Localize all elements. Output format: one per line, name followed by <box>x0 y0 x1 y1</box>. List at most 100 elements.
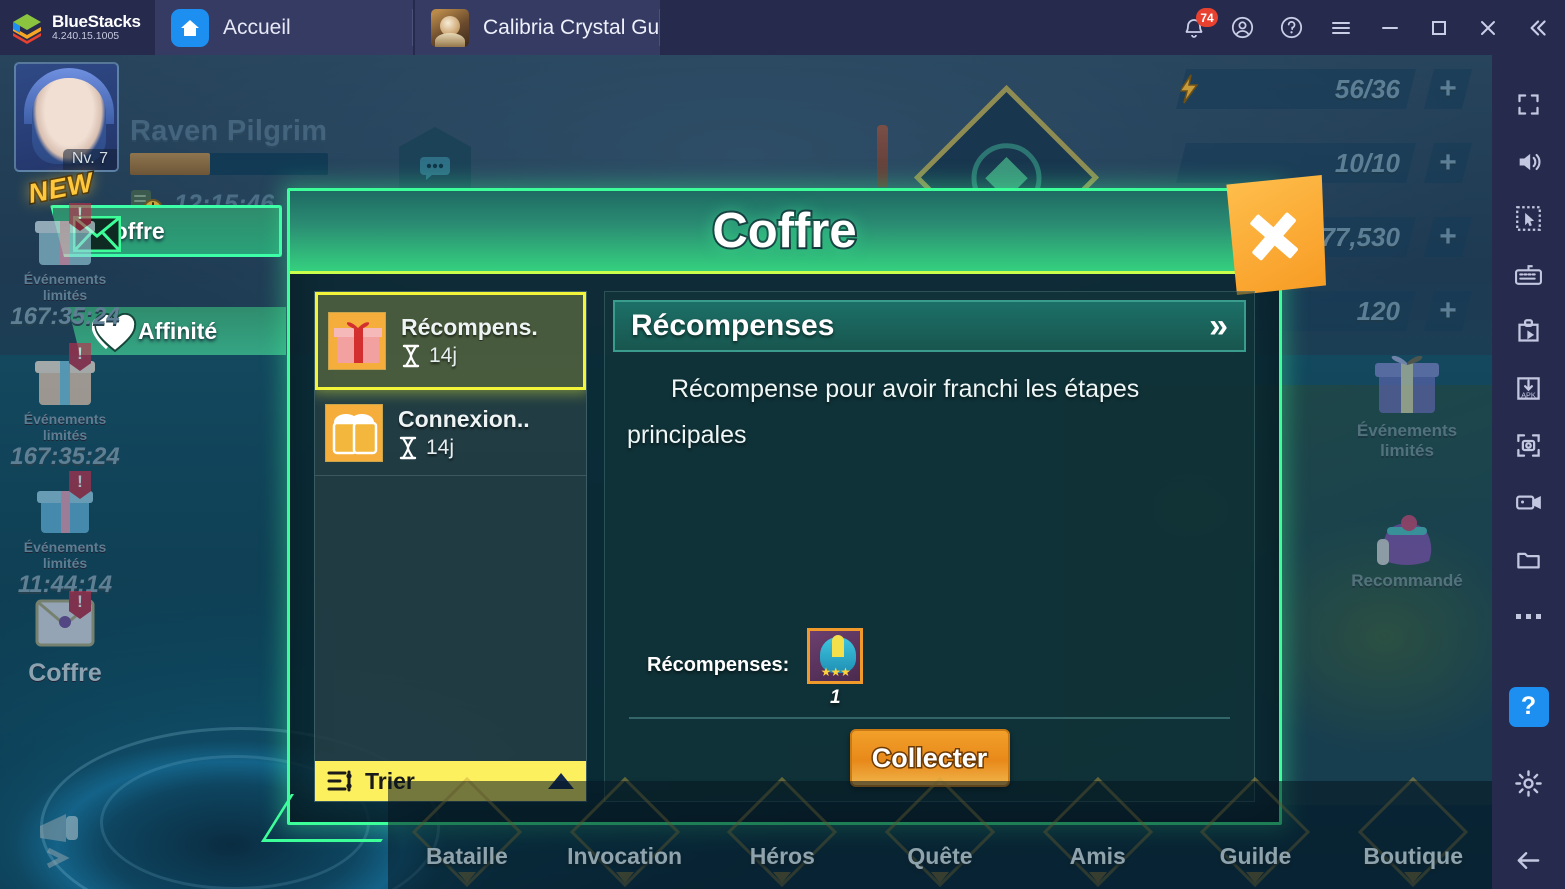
notifications-button[interactable]: 74 <box>1169 0 1218 55</box>
nav-item-amis-label: Amis <box>1069 843 1126 869</box>
resource-crystal-plus[interactable]: + <box>1424 291 1472 331</box>
event-icon: ! <box>29 343 101 413</box>
dialog-title: Coffre <box>710 202 858 260</box>
more-icon[interactable] <box>1498 588 1560 644</box>
event-shortcut-0[interactable]: ! Événements limités 167:35:24 <box>0 203 130 331</box>
pouch-icon <box>1365 495 1449 571</box>
collapse-sidebar-button[interactable] <box>1512 0 1561 55</box>
tab-calibria[interactable]: Calibria Crystal Guar <box>415 0 660 55</box>
install-apk-icon[interactable]: APK <box>1498 361 1560 417</box>
screenshot-icon[interactable] <box>1498 418 1560 474</box>
side-shortcut-recommended[interactable]: Recommandé <box>1332 495 1482 591</box>
megaphone-icon[interactable] <box>28 800 102 874</box>
detail-divider <box>629 717 1230 719</box>
energy-icon <box>1176 74 1220 104</box>
list-item[interactable]: Récompens. 14j <box>315 292 586 390</box>
close-button[interactable] <box>1463 0 1512 55</box>
titlebar-controls: 74 <box>1169 0 1565 55</box>
fullscreen-icon[interactable] <box>1498 77 1560 133</box>
list-item-expiry: 14j <box>398 436 576 460</box>
mail-detail-panel: Récompenses » Récompense pour avoir fran… <box>604 291 1255 802</box>
help-icon[interactable]: ? <box>1498 679 1560 735</box>
gear-icon[interactable] <box>1498 755 1560 811</box>
event-shortcut-1[interactable]: ! Événements limités 167:35:24 <box>0 343 130 471</box>
menu-button[interactable] <box>1316 0 1365 55</box>
macro-play-icon[interactable] <box>1498 304 1560 360</box>
resource-energy[interactable]: 56/36 <box>1176 69 1416 109</box>
mail-shortcut[interactable]: ! Coffre <box>0 591 130 688</box>
minimize-button[interactable] <box>1365 0 1414 55</box>
game-viewport[interactable]: Nv. 7 Raven Pilgrim 12:15:46 Coffre NEW … <box>0 55 1492 889</box>
side-shortcut-events-label: Événements limités <box>1356 421 1458 460</box>
collect-button-wrap: Collecter <box>605 729 1254 787</box>
event-shortcut-2[interactable]: ! Événements limités 11:44:14 <box>0 471 130 599</box>
mail-icon: ! <box>29 591 101 661</box>
background-tower <box>877 125 888 187</box>
bluestacks-brand: BlueStacks 4.240.15.1005 <box>0 0 155 55</box>
side-shortcut-events[interactable]: Événements limités <box>1332 345 1482 461</box>
nav-item-quete-label: Quête <box>907 843 973 869</box>
event-icon: ! <box>29 203 101 273</box>
list-item-expiry-text: 14j <box>426 435 455 459</box>
side-shortcut-recommended-label: Recommandé <box>1351 571 1463 590</box>
maximize-button[interactable] <box>1414 0 1463 55</box>
list-item-expiry-text: 14j <box>429 344 458 367</box>
list-item-title: Récompens. <box>401 314 538 340</box>
resource-gem[interactable]: 10/10 <box>1176 143 1416 183</box>
tab-accueil[interactable]: Accueil <box>155 0 413 55</box>
brand-name: BlueStacks <box>52 11 141 31</box>
nav-item-heros-label: Héros <box>749 843 815 869</box>
event-caption: Événements limités <box>23 411 107 443</box>
mail-list-panel: Récompens. 14j Connexion.. 14j <box>314 291 587 802</box>
chevron-right-icon[interactable]: » <box>1209 307 1228 346</box>
resource-energy-plus[interactable]: + <box>1424 69 1472 109</box>
folder-icon[interactable] <box>1498 531 1560 587</box>
home-icon <box>171 8 209 47</box>
nav-item-bataille-label: Bataille <box>425 843 508 869</box>
event-caption: Événements limités <box>23 539 107 571</box>
event-caption: Événements limités <box>23 271 107 303</box>
reward-stars: ★★★ <box>820 665 851 679</box>
coffre-dialog: Coffre Récompens. 14j Connexion.. 14j Ré… <box>261 175 1326 842</box>
help-button[interactable] <box>1267 0 1316 55</box>
reward-item[interactable]: ★★★ 1 <box>807 628 864 709</box>
bluestacks-sidebar: APK ? <box>1492 55 1565 889</box>
event-timer: 167:35:24 <box>10 303 120 330</box>
close-icon <box>1241 203 1305 267</box>
gift-box-icon <box>1365 345 1449 421</box>
monster-icon: ★★★ <box>807 628 864 684</box>
game-icon <box>431 8 469 47</box>
bottom-nav: Bataille Invocation Héros Quête Amis Gui… <box>388 776 1492 889</box>
detail-header-title: Récompenses <box>631 309 835 342</box>
tab-accueil-label: Accueil <box>223 15 291 39</box>
titlebar: BlueStacks 4.240.15.1005 Accueil Calibri… <box>0 0 1565 55</box>
keyboard-icon[interactable] <box>1498 247 1560 303</box>
tab-calibria-label: Calibria Crystal Guar <box>483 15 660 39</box>
mail-label: Coffre <box>28 659 102 687</box>
dialog-header: Coffre <box>290 191 1279 274</box>
detail-header[interactable]: Récompenses » <box>613 300 1246 352</box>
multi-instance-cursor-icon[interactable] <box>1498 191 1560 247</box>
back-arrow-icon[interactable] <box>1498 832 1560 888</box>
volume-icon[interactable] <box>1498 134 1560 190</box>
nav-item-boutique-label: Boutique <box>1363 843 1463 869</box>
record-video-icon[interactable] <box>1498 474 1560 530</box>
event-icon: ! <box>29 471 101 541</box>
nav-item-guilde-label: Guilde <box>1219 843 1292 869</box>
resource-gold-plus[interactable]: + <box>1424 217 1472 257</box>
list-item[interactable]: Connexion.. 14j <box>315 390 586 476</box>
list-item-expiry: 14j <box>401 344 573 368</box>
hourglass-icon <box>399 436 417 459</box>
collect-button[interactable]: Collecter <box>849 729 1010 787</box>
bluestacks-logo-icon <box>10 11 44 45</box>
collect-button-label: Collecter <box>870 741 989 774</box>
detail-description: Récompense pour avoir franchi les étapes… <box>627 375 1140 449</box>
avatar[interactable]: Nv. 7 <box>14 62 119 172</box>
gift-icon <box>328 312 386 370</box>
bottom-nav-dim-overlay <box>388 781 1492 889</box>
resource-gem-plus[interactable]: + <box>1424 143 1472 183</box>
account-button[interactable] <box>1218 0 1267 55</box>
mail-list[interactable]: Récompens. 14j Connexion.. 14j <box>315 292 586 761</box>
nav-item-invocation-label: Invocation <box>567 843 683 869</box>
rewards-label: Récompenses: <box>647 654 790 676</box>
